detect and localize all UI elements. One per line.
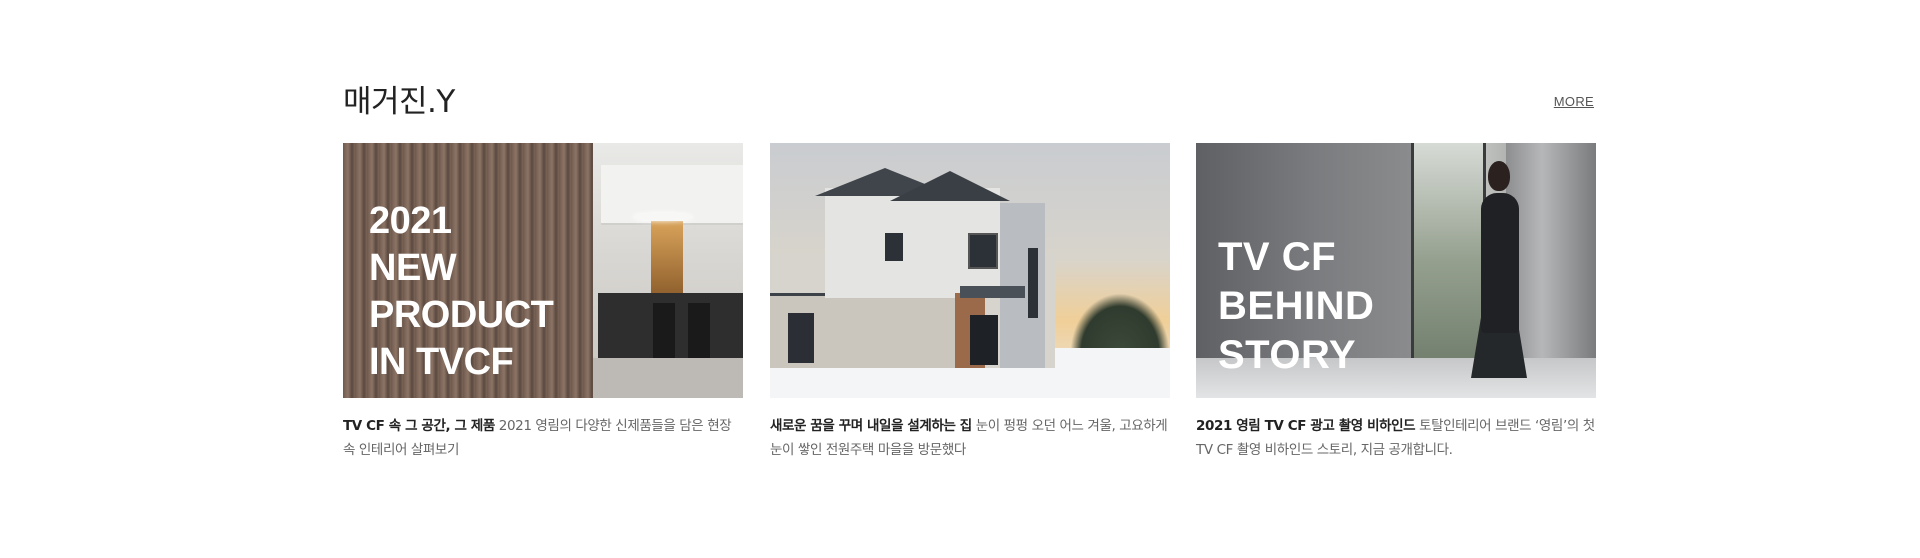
lit-shelf <box>651 221 683 301</box>
caption-title: 2021 영림 TV CF 광고 촬영 비하인드 <box>1196 418 1416 434</box>
card-caption[interactable]: 2021 영림 TV CF 광고 촬영 비하인드 토탈인테리어 브랜드 ‘영림’… <box>1196 414 1596 462</box>
magazine-card-tvcf-behind[interactable]: TV CF BEHIND STORY 2021 영림 TV CF 광고 촬영 비… <box>1196 143 1596 462</box>
chair <box>653 303 675 358</box>
entry-canopy <box>960 286 1025 298</box>
card-thumbnail[interactable] <box>770 143 1170 398</box>
thumbnail-overlay-text: 2021 NEW PRODUCT IN TVCF <box>369 200 554 383</box>
roof <box>890 171 1010 201</box>
window <box>885 233 903 261</box>
card-thumbnail[interactable]: TV CF BEHIND STORY <box>1196 143 1596 398</box>
chair <box>688 303 710 358</box>
person-body <box>1481 193 1519 333</box>
trees <box>1070 293 1170 353</box>
person-head <box>1488 161 1510 191</box>
front-door <box>970 315 998 365</box>
more-link[interactable]: MORE <box>1554 94 1594 109</box>
window <box>968 233 998 269</box>
card-caption[interactable]: TV CF 속 그 공간, 그 제품 2021 영림의 다양한 신제품들을 담은… <box>343 414 743 462</box>
magazine-card-winter-house[interactable]: 새로운 꿈을 꾸며 내일을 설계하는 집 눈이 펑펑 오던 어느 겨울, 고요하… <box>770 143 1170 462</box>
card-caption[interactable]: 새로운 꿈을 꾸며 내일을 설계하는 집 눈이 펑펑 오던 어느 겨울, 고요하… <box>770 414 1170 462</box>
window <box>1028 248 1038 318</box>
caption-title: 새로운 꿈을 꾸며 내일을 설계하는 집 <box>770 418 972 434</box>
pendant-lamp <box>633 213 693 221</box>
floor <box>593 358 743 398</box>
thumbnail-overlay-text: TV CF BEHIND STORY <box>1218 235 1375 377</box>
card-thumbnail[interactable]: 2021 NEW PRODUCT IN TVCF <box>343 143 743 398</box>
window <box>1411 143 1486 378</box>
garage-door <box>788 313 814 363</box>
caption-title: TV CF 속 그 공간, 그 제품 <box>343 418 495 434</box>
magazine-section: 매거진.Y MORE 2021 NEW PRODUCT IN TVCF TV C… <box>0 0 1920 558</box>
magazine-card-new-product[interactable]: 2021 NEW PRODUCT IN TVCF TV CF 속 그 공간, 그… <box>343 143 743 462</box>
section-title: 매거진.Y <box>343 84 455 120</box>
